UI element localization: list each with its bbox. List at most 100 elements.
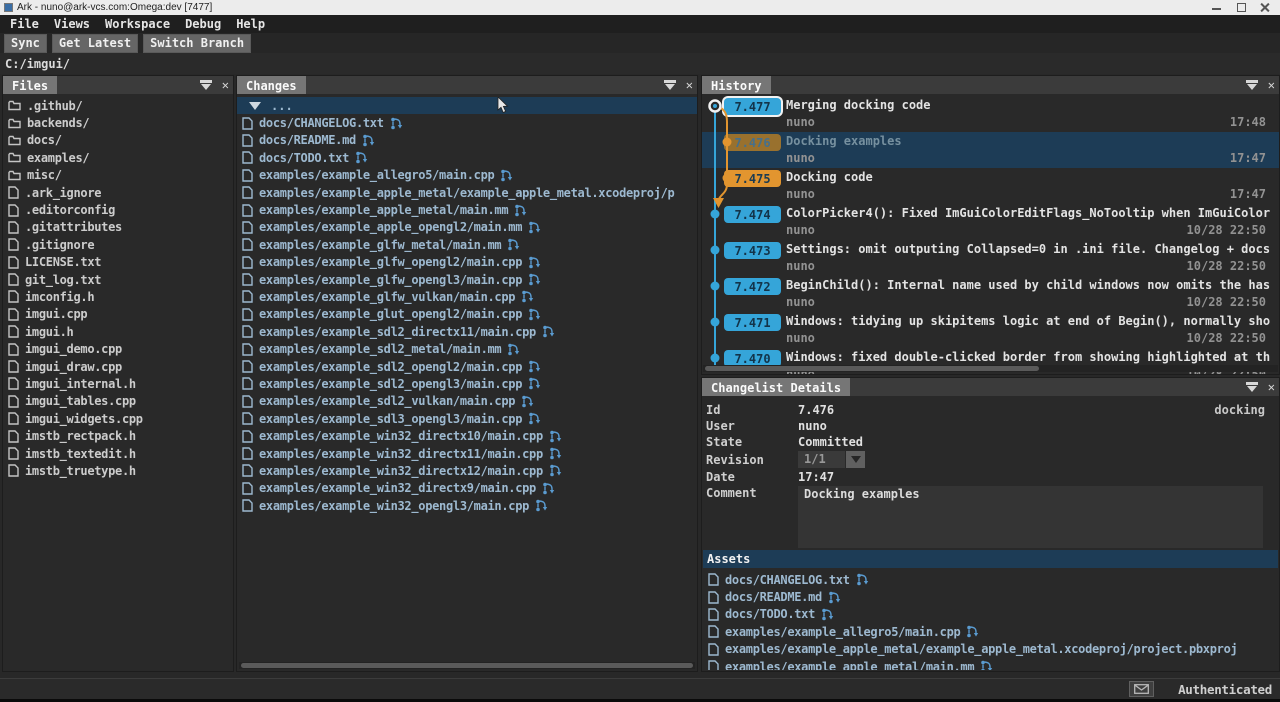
close-panel-icon[interactable]: ✕ <box>1263 76 1279 94</box>
commit-title: Settings: omit outputing Collapsed=0 in … <box>786 240 1279 259</box>
changed-file-item[interactable]: examples/example_win32_opengl3/main.cpp <box>237 497 697 514</box>
close-panel-icon[interactable]: ✕ <box>217 76 233 94</box>
changed-file-item[interactable]: examples/example_sdl3_opengl3/main.cpp <box>237 410 697 427</box>
file-tree-item[interactable]: backends/ <box>3 114 233 131</box>
changed-file-item[interactable]: examples/example_glfw_metal/main.mm <box>237 236 697 253</box>
file-tree-item[interactable]: git_log.txt <box>3 271 233 288</box>
asset-file-item[interactable]: examples/example_apple_metal/example_app… <box>703 641 1278 658</box>
asset-file-item[interactable]: examples/example_apple_metal/main.mm <box>703 658 1278 670</box>
changed-file-item[interactable]: examples/example_apple_metal/main.mm <box>237 201 697 218</box>
close-icon[interactable] <box>1260 3 1270 12</box>
history-commit-row[interactable]: 7.471 Windows: tidying up skipitems logi… <box>702 312 1279 348</box>
date-label: Date <box>706 470 798 484</box>
close-panel-icon[interactable]: ✕ <box>1263 378 1279 396</box>
git-change-icon <box>966 625 979 638</box>
asset-file-item[interactable]: docs/TODO.txt <box>703 606 1278 623</box>
changed-file-item[interactable]: examples/example_sdl2_opengl2/main.cpp <box>237 358 697 375</box>
changed-file-item[interactable]: examples/example_allegro5/main.cpp <box>237 167 697 184</box>
file-tree-item[interactable]: examples/ <box>3 149 233 166</box>
changed-file-item[interactable]: examples/example_sdl2_vulkan/main.cpp <box>237 393 697 410</box>
asset-file-path: docs/CHANGELOG.txt <box>725 573 850 587</box>
menu-item[interactable]: File <box>10 17 39 31</box>
revision-dropdown[interactable]: 1/1 <box>798 451 865 468</box>
changed-file-item[interactable]: examples/example_glfw_opengl2/main.cpp <box>237 254 697 271</box>
changed-file-item[interactable]: examples/example_sdl2_directx11/main.cpp <box>237 323 697 340</box>
filter-icon[interactable] <box>1241 378 1263 396</box>
changed-file-item[interactable]: examples/example_glfw_vulkan/main.cpp <box>237 288 697 305</box>
file-tree-item[interactable]: imgui_widgets.cpp <box>3 410 233 427</box>
changed-file-path: examples/example_win32_directx9/main.cpp <box>259 481 536 495</box>
history-commit-row[interactable]: 7.473 Settings: omit outputing Collapsed… <box>702 240 1279 276</box>
changed-file-item[interactable]: examples/example_win32_directx12/main.cp… <box>237 462 697 479</box>
changed-file-item[interactable]: examples/example_sdl2_metal/main.mm <box>237 340 697 357</box>
history-commit-row[interactable]: 7.477 Merging docking code nuno 17:48 <box>702 96 1279 132</box>
changed-file-path: docs/TODO.txt <box>259 151 349 165</box>
close-panel-icon[interactable]: ✕ <box>681 76 697 94</box>
file-tree-item[interactable]: imgui_demo.cpp <box>3 340 233 357</box>
file-tree-item[interactable]: imstb_rectpack.h <box>3 427 233 444</box>
changed-file-item[interactable]: examples/example_glut_opengl2/main.cpp <box>237 306 697 323</box>
file-tree-item[interactable]: docs/ <box>3 132 233 149</box>
file-tree-item[interactable]: misc/ <box>3 167 233 184</box>
files-tab[interactable]: Files <box>3 76 57 94</box>
file-tree-item[interactable]: .github/ <box>3 97 233 114</box>
changelist-details-tab[interactable]: Changelist Details <box>702 378 850 396</box>
changed-file-item[interactable]: examples/example_apple_metal/example_app… <box>237 184 697 201</box>
history-tab[interactable]: History <box>702 76 771 94</box>
changed-file-item[interactable]: examples/example_sdl2_opengl3/main.cpp <box>237 375 697 392</box>
maximize-icon[interactable] <box>1236 3 1246 12</box>
filter-icon[interactable] <box>659 76 681 94</box>
changed-file-item[interactable]: examples/example_win32_directx9/main.cpp <box>237 480 697 497</box>
history-commit-row[interactable]: 7.475 Docking code nuno 17:47 <box>702 168 1279 204</box>
changes-tab[interactable]: Changes <box>237 76 306 94</box>
changed-file-item[interactable]: examples/example_win32_directx10/main.cp… <box>237 427 697 444</box>
file-tree-item[interactable]: imstb_truetype.h <box>3 462 233 479</box>
menu-item[interactable]: Debug <box>185 17 221 31</box>
file-tree-item[interactable]: imconfig.h <box>3 288 233 305</box>
file-tree-item[interactable]: imgui_tables.cpp <box>3 393 233 410</box>
asset-file-item[interactable]: docs/README.md <box>703 588 1278 605</box>
toolbar-button[interactable]: Switch Branch <box>143 34 251 53</box>
file-icon <box>242 134 253 147</box>
history-commit-row[interactable]: 7.474 ColorPicker4(): Fixed ImGuiColorEd… <box>702 204 1279 240</box>
file-tree-item[interactable]: imgui.h <box>3 323 233 340</box>
menu-item[interactable]: Workspace <box>105 17 170 31</box>
menu-item[interactable]: Views <box>54 17 90 31</box>
file-name: git_log.txt <box>25 273 101 287</box>
history-horizontal-scrollbar[interactable] <box>703 365 1278 372</box>
commit-badge: 7.476 <box>724 134 781 151</box>
history-commit-row[interactable]: 7.472 BeginChild(): Internal name used b… <box>702 276 1279 312</box>
filter-icon[interactable] <box>1241 76 1263 94</box>
comment-field[interactable]: Docking examples <box>798 486 1263 548</box>
asset-file-item[interactable]: docs/CHANGELOG.txt <box>703 571 1278 588</box>
revision-dropdown-button[interactable] <box>846 451 865 468</box>
file-tree-item[interactable]: imgui_draw.cpp <box>3 358 233 375</box>
changed-file-item[interactable]: docs/TODO.txt <box>237 149 697 166</box>
changed-file-item[interactable]: examples/example_glfw_opengl3/main.cpp <box>237 271 697 288</box>
mail-icon[interactable] <box>1129 681 1154 697</box>
minimize-icon[interactable] <box>1212 3 1222 12</box>
file-tree-item[interactable]: imgui.cpp <box>3 306 233 323</box>
asset-file-item[interactable]: examples/example_allegro5/main.cpp <box>703 623 1278 640</box>
changed-file-item[interactable]: examples/example_win32_directx11/main.cp… <box>237 445 697 462</box>
file-tree-item[interactable]: imstb_textedit.h <box>3 445 233 462</box>
file-tree-item[interactable]: .gitattributes <box>3 219 233 236</box>
toolbar-button[interactable]: Get Latest <box>52 34 138 53</box>
filter-icon[interactable] <box>195 76 217 94</box>
changed-file-item[interactable]: examples/example_apple_opengl2/main.mm <box>237 219 697 236</box>
changes-root-row[interactable]: ... <box>237 97 697 114</box>
file-tree-item[interactable]: .gitignore <box>3 236 233 253</box>
changes-horizontal-scrollbar[interactable] <box>239 662 695 669</box>
history-commit-row[interactable]: 7.476 Docking examples nuno 17:47 <box>702 132 1279 168</box>
file-tree-item[interactable]: LICENSE.txt <box>3 254 233 271</box>
toolbar-button[interactable]: Sync <box>4 34 47 53</box>
changed-file-item[interactable]: docs/CHANGELOG.txt <box>237 114 697 131</box>
file-icon <box>8 308 19 321</box>
files-panel-header: Files ✕ <box>3 76 233 94</box>
file-tree-item[interactable]: imgui_internal.h <box>3 375 233 392</box>
file-tree-item[interactable]: .ark_ignore <box>3 184 233 201</box>
collapse-arrow-icon[interactable] <box>249 102 261 110</box>
menu-item[interactable]: Help <box>236 17 265 31</box>
file-tree-item[interactable]: .editorconfig <box>3 201 233 218</box>
changed-file-item[interactable]: docs/README.md <box>237 132 697 149</box>
